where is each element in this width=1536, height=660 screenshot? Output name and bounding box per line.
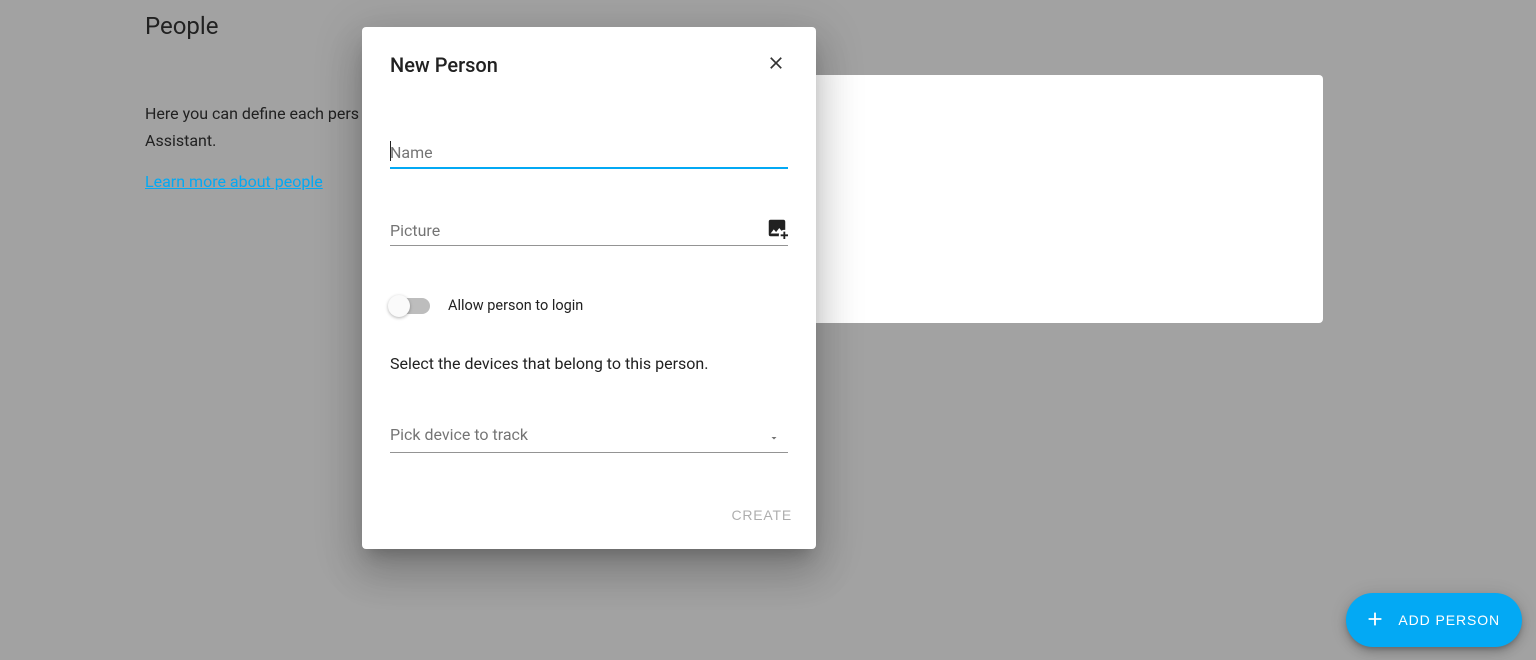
close-icon (766, 53, 786, 77)
dialog-title: New Person (390, 53, 498, 77)
close-button[interactable] (764, 53, 788, 77)
login-toggle-row: Allow person to login (390, 297, 788, 314)
login-toggle-label: Allow person to login (448, 297, 583, 314)
new-person-dialog: New Person Name Picture Allow person to … (362, 27, 816, 549)
image-plus-icon (766, 224, 788, 243)
add-person-fab[interactable]: ADD PERSON (1346, 593, 1522, 647)
device-select-placeholder: Pick device to track (390, 425, 528, 444)
dialog-actions: CREATE (727, 499, 796, 531)
create-button[interactable]: CREATE (727, 499, 796, 531)
picture-input[interactable] (390, 215, 788, 246)
switch-thumb (388, 295, 410, 317)
devices-description: Select the devices that belong to this p… (390, 354, 788, 373)
fab-label: ADD PERSON (1398, 612, 1500, 628)
name-field[interactable]: Name (390, 137, 788, 177)
plus-icon (1364, 608, 1386, 633)
picture-field[interactable]: Picture (390, 215, 788, 255)
add-image-button[interactable] (766, 217, 788, 243)
chevron-down-icon (768, 429, 780, 448)
login-toggle[interactable] (390, 298, 430, 314)
dialog-header: New Person (390, 27, 788, 103)
text-caret (390, 141, 391, 161)
device-select[interactable]: Pick device to track (390, 425, 788, 453)
name-input[interactable] (390, 137, 788, 169)
